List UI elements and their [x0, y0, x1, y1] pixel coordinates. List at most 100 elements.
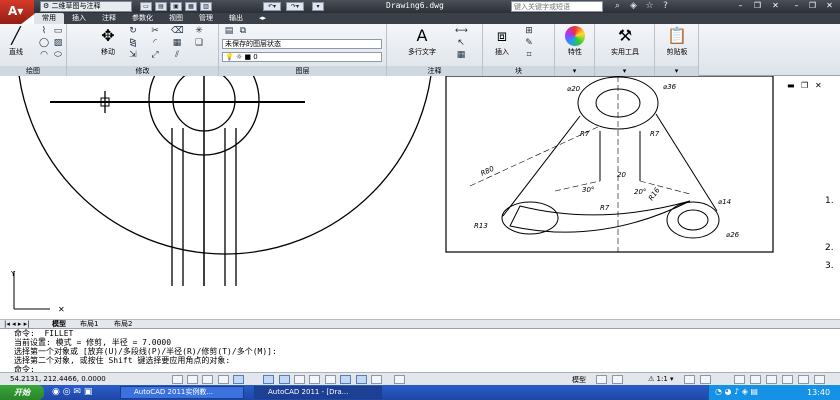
- array-icon[interactable]: ▦: [171, 38, 183, 48]
- taskbar-item-autocad[interactable]: AutoCAD 2011 - [Dra...: [254, 386, 382, 399]
- tab-output[interactable]: 输出: [221, 13, 251, 24]
- ellipse-icon[interactable]: ⬭: [52, 50, 64, 60]
- new-file-icon[interactable]: ▭: [140, 2, 152, 11]
- favorites-star-icon[interactable]: ☆: [644, 1, 655, 12]
- quick-view-layouts-icon[interactable]: [596, 375, 607, 384]
- utilities-button[interactable]: ⚒ 实用工具: [597, 26, 653, 57]
- block-panel-title[interactable]: 块: [483, 66, 554, 76]
- doc-close-button[interactable]: ✕: [823, 1, 836, 11]
- layer-select[interactable]: 💡 ☼ ■ 0: [222, 52, 382, 62]
- lock-icon[interactable]: [750, 375, 761, 384]
- viewport-minimize-icon[interactable]: ▬: [787, 81, 795, 90]
- move-button[interactable]: ✥ 移动: [95, 26, 121, 57]
- annotation-scale[interactable]: ⚠ 1:1 ▾: [648, 375, 674, 383]
- object-snap-tracking-icon[interactable]: [279, 375, 290, 384]
- restore-button[interactable]: ❐: [751, 1, 764, 11]
- transparency-icon[interactable]: [340, 375, 351, 384]
- layer-properties-icon[interactable]: ▤: [223, 26, 235, 36]
- create-block-icon[interactable]: ⊞: [523, 26, 535, 36]
- insert-button[interactable]: ⧈ 插入: [487, 26, 517, 57]
- help-icon[interactable]: ?: [660, 1, 671, 12]
- tab-annotate[interactable]: 注释: [94, 13, 124, 24]
- ribbon-minimize-icon[interactable]: ◂▸: [251, 13, 274, 24]
- polyline-icon[interactable]: ⌇: [38, 26, 50, 36]
- tab-view[interactable]: 视图: [161, 13, 191, 24]
- drawing-canvas[interactable]: Y ✕ ⌀20 ⌀36 R7 R80 20 30° 20° R7 R13 R16…: [0, 76, 840, 319]
- clipboard-panel-expander[interactable]: ▾: [655, 66, 698, 76]
- communication-center-icon[interactable]: ◈: [628, 1, 639, 12]
- autocad-logo-icon[interactable]: A▾: [0, 0, 34, 26]
- selection-cycling-icon[interactable]: [371, 375, 382, 384]
- open-file-icon[interactable]: ▤: [155, 2, 167, 11]
- workspace-select[interactable]: ⚙ 二维草图与注释: [40, 1, 132, 12]
- erase-icon[interactable]: ⌫: [171, 26, 184, 36]
- command-line[interactable]: 命令: _FILLET 当前设置: 模式 = 修剪, 半径 = 7.0000 选…: [0, 328, 840, 374]
- layer-match-icon[interactable]: ⧉: [237, 26, 249, 36]
- clean-screen-icon[interactable]: [814, 375, 825, 384]
- save-icon[interactable]: ▣: [170, 2, 182, 11]
- start-button[interactable]: 开始: [0, 385, 44, 400]
- explode-icon[interactable]: ✳: [193, 26, 205, 36]
- mirror-icon[interactable]: ⧎: [127, 38, 139, 48]
- tab-model[interactable]: 模型: [52, 320, 66, 328]
- doc-restore-button[interactable]: ❐: [806, 1, 819, 11]
- modify-panel-title[interactable]: 修改: [67, 66, 218, 76]
- annotation-panel-title[interactable]: 注释: [387, 66, 482, 76]
- copy-icon[interactable]: ❏: [193, 38, 205, 48]
- edit-block-icon[interactable]: ✎: [523, 38, 535, 48]
- save-as-icon[interactable]: ▦: [185, 2, 197, 11]
- tab-insert[interactable]: 插入: [64, 13, 94, 24]
- isolate-objects-icon[interactable]: [782, 375, 793, 384]
- workspace-switching-icon[interactable]: [734, 375, 745, 384]
- grid-display-icon[interactable]: [202, 375, 213, 384]
- multiline-text-button[interactable]: A 多行文字: [397, 26, 447, 57]
- dynamic-input-icon[interactable]: [309, 375, 320, 384]
- block-attribute-icon[interactable]: ⌗: [523, 50, 535, 60]
- viewport-restore-icon[interactable]: ❐: [801, 81, 808, 90]
- tab-parametric[interactable]: 参数化: [124, 13, 161, 24]
- tab-layout2[interactable]: 布局2: [114, 320, 132, 328]
- annotation-visibility-icon[interactable]: [684, 375, 695, 384]
- tab-layout1[interactable]: 布局1: [80, 320, 98, 328]
- redo-icon[interactable]: ↷▾: [286, 2, 304, 11]
- trim-icon[interactable]: ✂: [149, 26, 161, 36]
- layer-state-select[interactable]: 未保存的图层状态: [222, 39, 382, 49]
- dimension-icon[interactable]: ⟷: [455, 26, 468, 36]
- taskbar-item-tutorial[interactable]: AutoCAD 2011实例教...: [120, 386, 244, 399]
- close-button[interactable]: ✕: [769, 1, 782, 11]
- annotation-monitor-icon[interactable]: [394, 375, 405, 384]
- rotate-icon[interactable]: ↻: [127, 26, 139, 36]
- search-icon[interactable]: ⌕: [612, 1, 623, 12]
- properties-button[interactable]: 特性: [557, 26, 593, 57]
- print-icon[interactable]: ▥: [200, 2, 212, 11]
- polar-tracking-icon[interactable]: [233, 375, 244, 384]
- tray-icons[interactable]: ◔ ◕ ♪ ◈ ▤: [715, 387, 758, 396]
- utilities-panel-expander[interactable]: ▾: [595, 66, 654, 76]
- fillet-icon[interactable]: ◜: [149, 38, 161, 48]
- tab-manage[interactable]: 管理: [191, 13, 221, 24]
- properties-panel-expander[interactable]: ▾: [555, 66, 594, 76]
- quick-properties-icon[interactable]: [356, 375, 367, 384]
- table-icon[interactable]: ▦: [455, 50, 467, 60]
- line-button[interactable]: ╱ 直线: [3, 26, 29, 57]
- doc-minimize-button[interactable]: –: [790, 1, 803, 11]
- quick-view-drawings-icon[interactable]: [612, 375, 623, 384]
- viewport-close-icon[interactable]: ✕: [815, 81, 822, 90]
- model-space-button[interactable]: 模型: [572, 375, 586, 385]
- search-input[interactable]: 键入关键字或短语: [511, 1, 603, 12]
- circle-icon[interactable]: ◯: [38, 38, 50, 48]
- snap-mode-icon[interactable]: [187, 375, 198, 384]
- arc-icon[interactable]: ◠: [38, 50, 50, 60]
- scale-icon[interactable]: ⤢: [149, 50, 161, 60]
- layer-panel-title[interactable]: 图层: [219, 66, 386, 76]
- layout-nav-icon[interactable]: |◂ ◂ ▸ ▸|: [4, 320, 29, 328]
- infer-constraints-icon[interactable]: [172, 375, 183, 384]
- auto-scale-icon[interactable]: [700, 375, 711, 384]
- hatch-icon[interactable]: ▨: [52, 38, 64, 48]
- draw-panel-title[interactable]: 绘图: [0, 66, 66, 76]
- status-bar-menu-icon[interactable]: [798, 375, 809, 384]
- ortho-mode-icon[interactable]: [218, 375, 229, 384]
- tab-home[interactable]: 常用: [34, 13, 64, 24]
- clipboard-button[interactable]: 📋 剪贴板: [657, 26, 697, 57]
- object-snap-icon[interactable]: [263, 375, 274, 384]
